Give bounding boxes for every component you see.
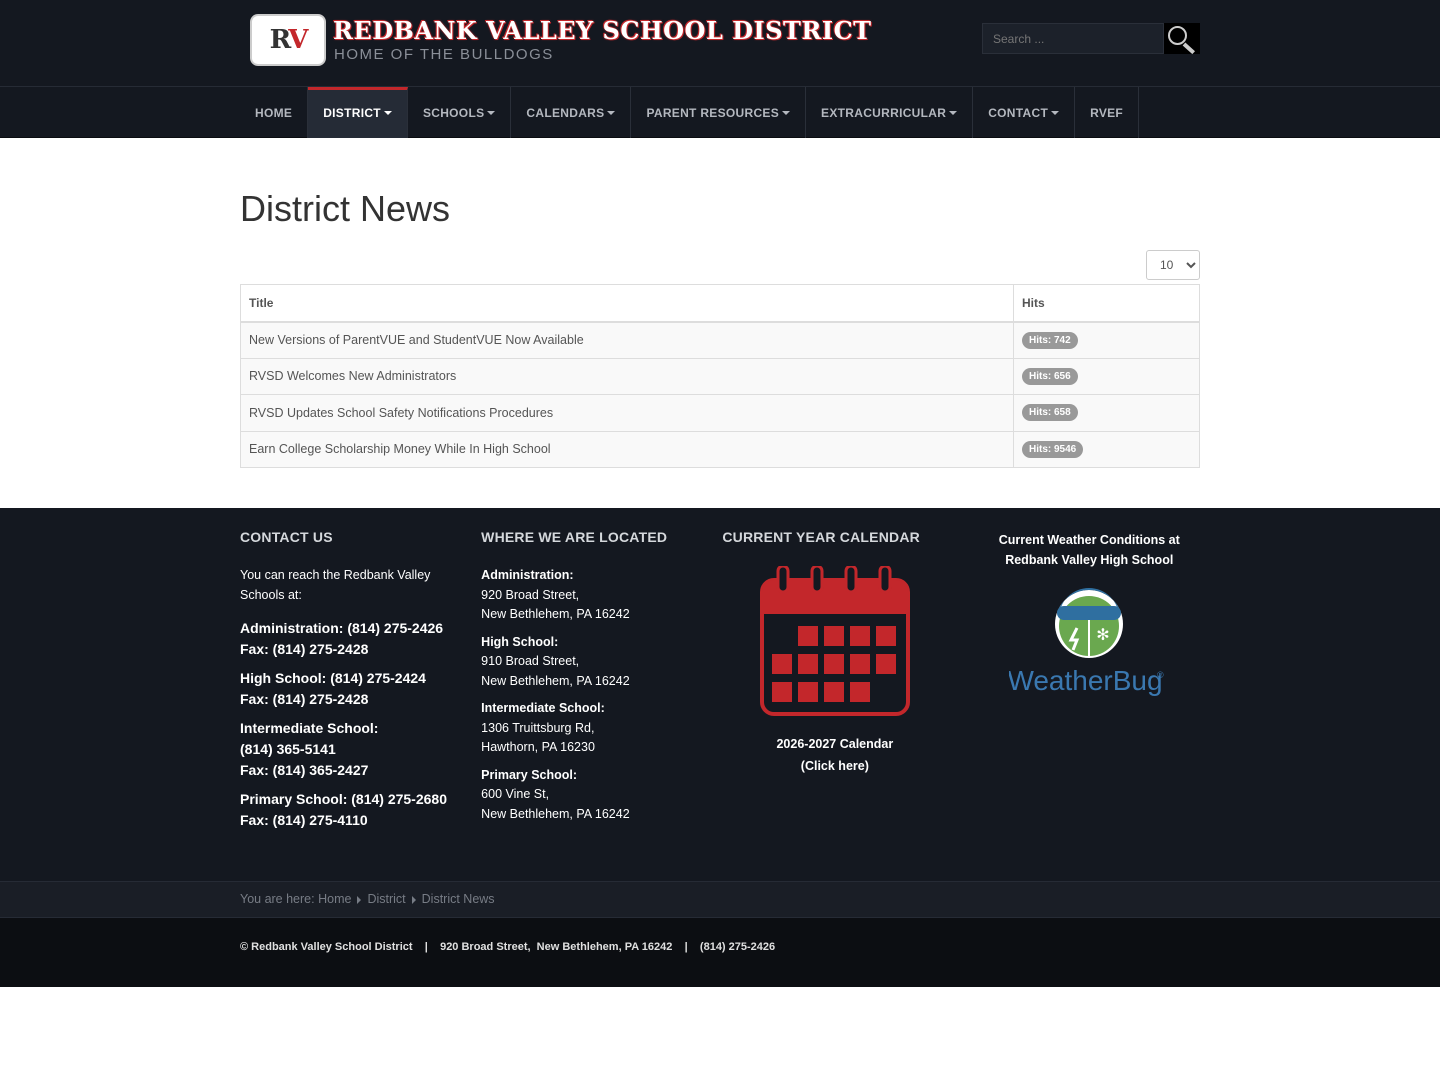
calendar-heading: CURRENT YEAR CALENDAR: [722, 529, 920, 545]
location-primary-school: Primary School: 600 Vine St, New Bethleh…: [481, 767, 630, 821]
search-input[interactable]: [982, 23, 1164, 54]
page-title: District News: [240, 188, 451, 229]
table-row: New Versions of ParentVUE and StudentVUE…: [240, 321, 1200, 358]
weather-column: Current Weather Conditions at Redbank Va…: [979, 528, 1200, 832]
calendar-link[interactable]: 2026-2027 Calendar (Click here): [722, 733, 947, 777]
contact-us-heading: CONTACT US: [240, 529, 333, 545]
search-form: [982, 23, 1200, 55]
contact-intermediate-school: Intermediate School: (814) 365-5141 Fax:…: [240, 720, 379, 778]
contact-administration: Administration: (814) 275-2426 Fax: (814…: [240, 620, 444, 657]
hits-badge: Hits: 656: [1022, 367, 1078, 385]
table-row: RVSD Updates School Safety Notifications…: [240, 394, 1200, 431]
breadcrumb-bar: You are here: Home District District News: [0, 881, 1440, 918]
chevron-right-icon: [411, 895, 416, 904]
location-column: WHERE WE ARE LOCATED Administration: 920…: [481, 528, 722, 832]
breadcrumb: You are here: Home District District News: [240, 892, 495, 906]
search-icon-handle: [1182, 42, 1195, 55]
nav-item-parent-resources[interactable]: PARENT RESOURCES: [631, 87, 807, 138]
article-link[interactable]: RVSD Updates School Safety Notifications…: [240, 394, 1014, 431]
main-nav: HOME DISTRICT SCHOOLS CALENDARS PARENT R…: [0, 87, 1440, 138]
calendar-icon[interactable]: [760, 564, 963, 721]
table-row: RVSD Welcomes New Administrators Hits: 6…: [240, 357, 1200, 395]
copyright-bar: © Redbank Valley School District | 920 B…: [0, 918, 1440, 987]
district-logo[interactable]: RV: [250, 14, 326, 66]
location-intermediate-school: Intermediate School: 1306 Truittsburg Rd…: [481, 701, 605, 754]
contact-high-school: High School: (814) 275-2424 Fax: (814) 2…: [240, 670, 426, 707]
hits-badge: Hits: 658: [1022, 404, 1078, 422]
site-title[interactable]: REDBANK VALLEY SCHOOL DISTRICT: [333, 16, 872, 45]
svg-text:WeatherBug: WeatherBug: [1009, 665, 1163, 696]
column-header-title[interactable]: Title: [240, 284, 1014, 323]
svg-text:®: ®: [1157, 670, 1164, 680]
caret-down-icon: [383, 110, 392, 115]
weather-title: Current Weather Conditions at Redbank Va…: [998, 533, 1180, 567]
caret-down-icon: [487, 110, 496, 115]
copyright-text: © Redbank Valley School District | 920 B…: [240, 941, 776, 953]
nav-item-home[interactable]: HOME: [240, 87, 309, 138]
column-header-hits[interactable]: Hits: [1013, 284, 1200, 323]
location-high-school: High School: 910 Broad Street, New Bethl…: [481, 634, 630, 688]
news-table: Title Hits New Versions of ParentVUE and…: [240, 284, 1200, 468]
weatherbug-logo[interactable]: ✻ WeatherBug ®: [979, 588, 1200, 703]
hits-badge: Hits: 9546: [1022, 440, 1084, 458]
site-subtitle: HOME OF THE BULLDOGS: [334, 46, 554, 63]
contact-us-column: CONTACT US You can reach the Redbank Val…: [240, 528, 481, 832]
site-footer: CONTACT US You can reach the Redbank Val…: [0, 508, 1440, 881]
article-link[interactable]: RVSD Welcomes New Administrators: [240, 357, 1014, 395]
logo-mark: RV: [269, 25, 309, 55]
nav-item-rvef[interactable]: RVEF: [1075, 87, 1140, 138]
search-button[interactable]: [1164, 23, 1200, 55]
nav-item-contact[interactable]: CONTACT: [973, 87, 1076, 138]
svg-text:✻: ✻: [1097, 625, 1110, 644]
location-administration: Administration: 920 Broad Street, New Be…: [481, 568, 630, 621]
article-link[interactable]: New Versions of ParentVUE and StudentVUE…: [240, 321, 1014, 358]
breadcrumb-current: District News: [421, 892, 495, 906]
list-limit-select[interactable]: 10: [1146, 250, 1200, 280]
location-heading: WHERE WE ARE LOCATED: [481, 529, 668, 545]
caret-down-icon: [782, 110, 791, 115]
breadcrumb-home[interactable]: Home: [318, 892, 351, 906]
site-header: RV REDBANK VALLEY SCHOOL DISTRICT HOME O…: [0, 0, 1440, 87]
caret-down-icon: [607, 110, 616, 115]
nav-item-schools[interactable]: SCHOOLS: [408, 87, 512, 138]
article-link[interactable]: Earn College Scholarship Money While In …: [240, 430, 1014, 468]
nav-item-calendars[interactable]: CALENDARS: [511, 87, 632, 138]
contact-intro: You can reach the Redbank Valley Schools…: [240, 568, 431, 602]
chevron-right-icon: [357, 895, 362, 904]
calendar-column: CURRENT YEAR CALENDAR 2026-2027 Calendar…: [722, 528, 963, 832]
hits-badge: Hits: 742: [1022, 331, 1078, 349]
nav-item-extracurricular[interactable]: EXTRACURRICULAR: [806, 87, 974, 138]
caret-down-icon: [1051, 110, 1060, 115]
table-row: Earn College Scholarship Money While In …: [240, 430, 1200, 468]
breadcrumb-district[interactable]: District: [367, 892, 405, 906]
main-content: District News 10 Title Hits New Versions…: [0, 138, 1440, 508]
contact-primary-school: Primary School: (814) 275-2680 Fax: (814…: [240, 791, 447, 828]
table-header-row: Title Hits: [240, 284, 1200, 323]
caret-down-icon: [949, 110, 958, 115]
nav-item-district[interactable]: DISTRICT: [308, 87, 408, 138]
